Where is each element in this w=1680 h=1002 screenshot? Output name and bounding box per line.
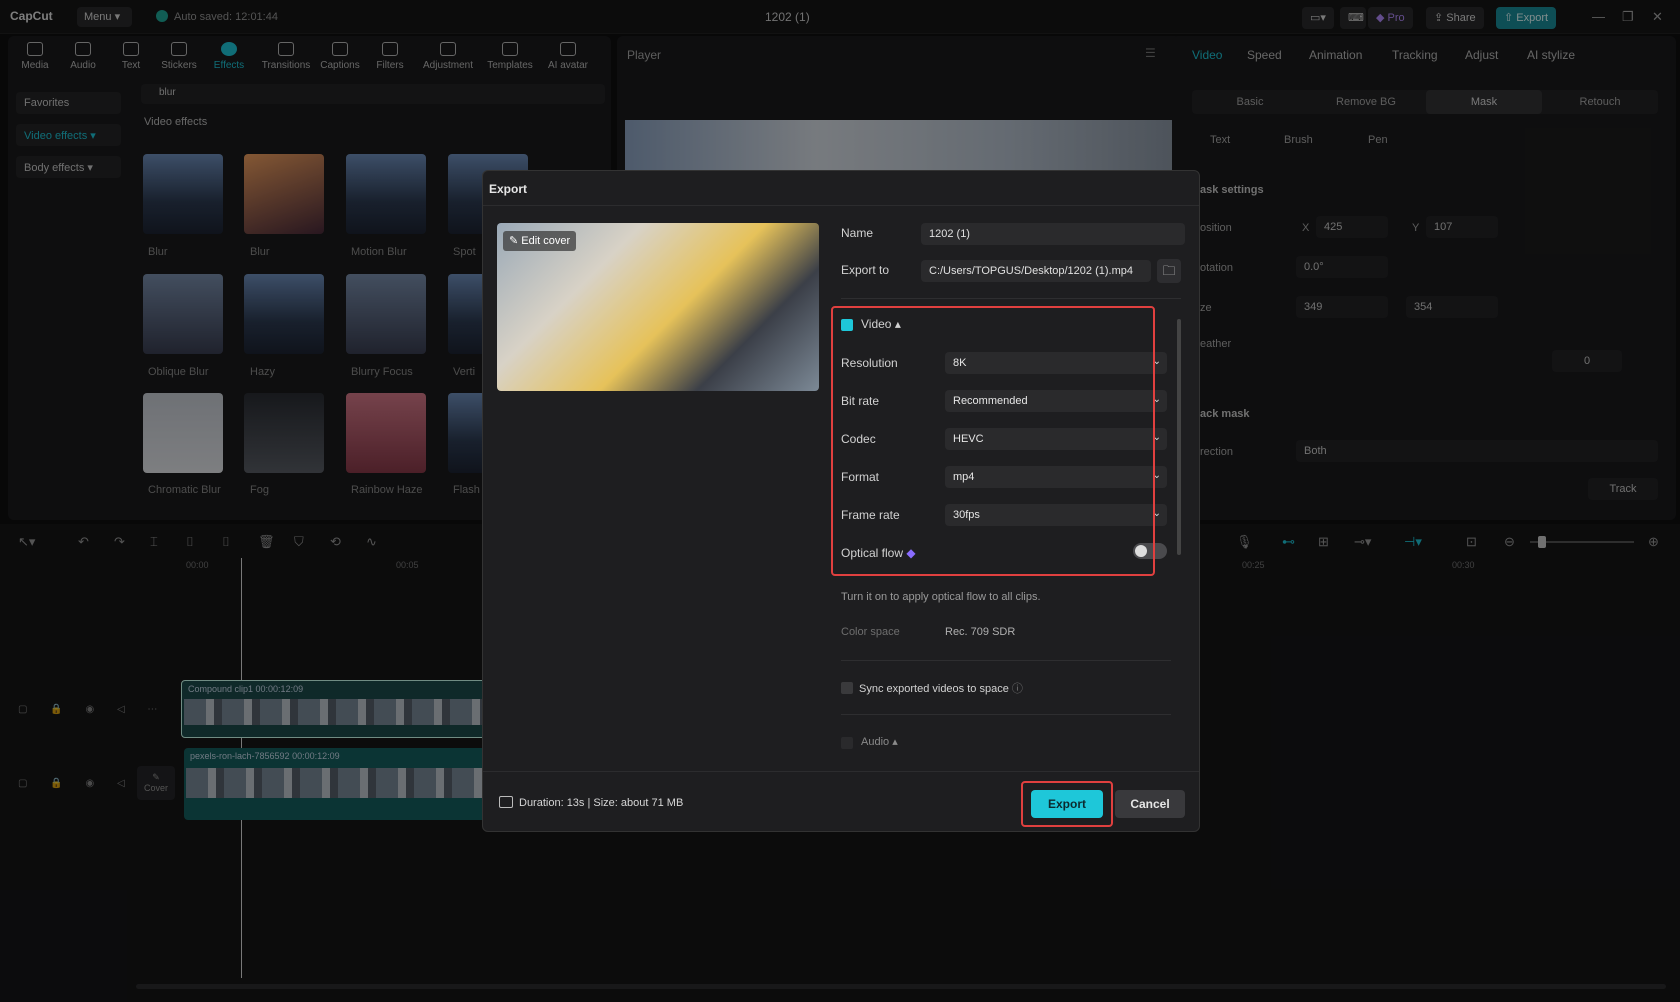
divider — [483, 771, 1199, 772]
cover-preview: ✎ Edit cover — [497, 223, 819, 391]
name-label: Name — [841, 226, 874, 240]
divider — [841, 660, 1171, 661]
export-path-input[interactable]: C:/Users/TOPGUS/Desktop/1202 (1).mp4 — [921, 260, 1151, 282]
optical-flow-hint: Turn it on to apply optical flow to all … — [841, 591, 1041, 603]
folder-icon[interactable]: 🗀 — [1157, 259, 1181, 283]
dialog-title: Export — [489, 182, 528, 196]
audio-section-label[interactable]: Audio ▴ — [861, 735, 898, 748]
sync-checkbox[interactable] — [841, 682, 853, 694]
name-input[interactable]: 1202 (1) — [921, 223, 1185, 245]
color-space-label: Color space — [841, 626, 900, 638]
export-to-label: Export to — [841, 263, 890, 277]
help-icon: ⓘ — [1011, 683, 1023, 695]
film-icon — [499, 796, 513, 808]
sync-label[interactable]: Sync exported videos to space ⓘ — [859, 680, 1023, 696]
divider — [841, 714, 1171, 715]
cancel-button[interactable]: Cancel — [1115, 790, 1185, 818]
export-dialog: Export ✎ Edit cover Name 1202 (1) Export… — [482, 170, 1200, 832]
audio-checkbox[interactable] — [841, 737, 853, 749]
export-info: Duration: 13s | Size: about 71 MB — [499, 796, 683, 809]
settings-scrollbar[interactable] — [1177, 319, 1181, 555]
export-button[interactable]: Export — [1031, 790, 1103, 818]
video-settings-highlight — [831, 306, 1155, 576]
divider — [841, 298, 1181, 299]
color-space-value: Rec. 709 SDR — [945, 626, 1016, 638]
divider — [483, 205, 1199, 206]
edit-cover-button[interactable]: ✎ Edit cover — [503, 231, 577, 251]
